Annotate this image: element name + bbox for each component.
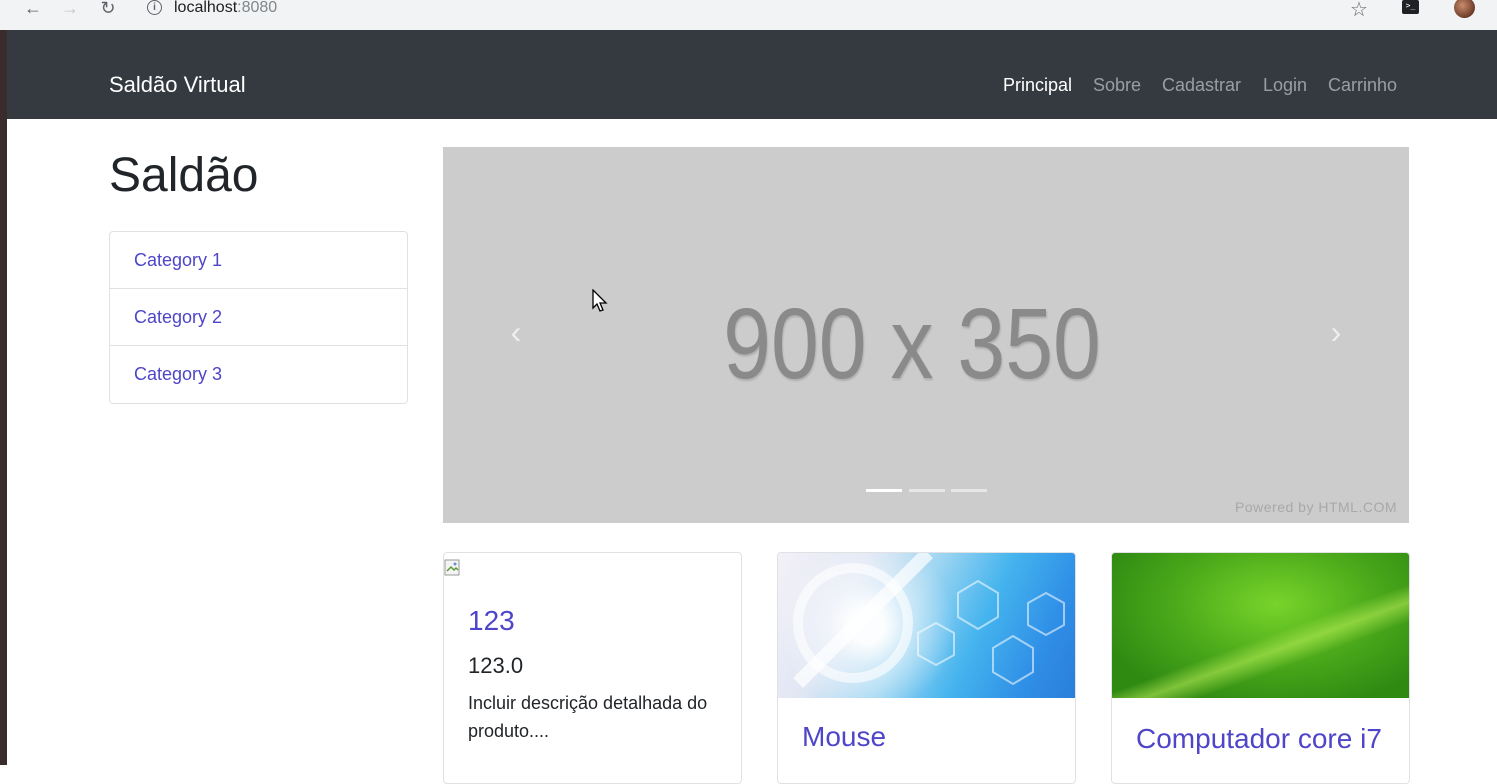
url-port: :8080 — [237, 0, 278, 16]
page-title: Saldão — [109, 149, 259, 202]
nav-link-cadastrar[interactable]: Cadastrar — [1162, 75, 1241, 96]
product-title[interactable]: 123 — [468, 605, 515, 637]
product-card: Computador core i7 — [1111, 552, 1410, 784]
carousel-indicator-1[interactable] — [866, 489, 902, 492]
broken-image-icon — [444, 559, 460, 576]
carousel-prev-chevron-icon[interactable]: ‹ — [501, 316, 531, 348]
profile-avatar[interactable] — [1454, 0, 1475, 18]
nav-link-sobre[interactable]: Sobre — [1093, 75, 1141, 96]
url-host: localhost — [174, 0, 238, 16]
window-edge — [0, 30, 7, 765]
carousel-placeholder-text: 900 x 350 — [723, 288, 1101, 400]
back-arrow-icon[interactable]: ← — [22, 0, 44, 18]
product-image[interactable] — [1112, 553, 1409, 698]
nav-link-principal[interactable]: Principal — [1003, 75, 1072, 96]
product-title[interactable]: Computador core i7 — [1136, 723, 1382, 755]
product-price: 123.0 — [468, 653, 524, 678]
product-card: Mouse — [777, 552, 1076, 784]
carousel-indicator-2[interactable] — [909, 489, 945, 492]
carousel-next-chevron-icon[interactable]: › — [1321, 316, 1351, 348]
browser-toolbar: ← → ↻ i localhost:8080 ☆ >_ — [0, 0, 1497, 31]
product-image[interactable] — [778, 553, 1075, 698]
category-list: Category 1 Category 2 Category 3 — [109, 231, 408, 404]
carousel: 900 x 350 ‹ › Powered by HTML.COM — [443, 147, 1409, 523]
navbar: Saldão Virtual Principal Sobre Cadastrar… — [7, 30, 1497, 119]
hexagon-pattern — [793, 553, 1065, 688]
powered-by-credit: Powered by HTML.COM — [1235, 499, 1397, 515]
carousel-indicator-3[interactable] — [951, 489, 987, 492]
product-description: Incluir descrição detalhada do produto..… — [468, 693, 708, 741]
category-item-1[interactable]: Category 1 — [110, 232, 407, 289]
reload-icon[interactable]: ↻ — [97, 0, 119, 18]
nav-link-login[interactable]: Login — [1263, 75, 1307, 96]
category-item-2[interactable]: Category 2 — [110, 289, 407, 346]
product-title[interactable]: Mouse — [802, 721, 886, 753]
navbar-brand[interactable]: Saldão Virtual — [109, 72, 246, 98]
mouse-cursor-icon — [592, 289, 608, 312]
address-bar[interactable]: localhost:8080 — [174, 0, 277, 17]
forward-arrow-icon[interactable]: → — [59, 0, 81, 18]
nav-link-carrinho[interactable]: Carrinho — [1328, 75, 1397, 96]
category-item-3[interactable]: Category 3 — [110, 346, 407, 403]
terminal-extension-icon[interactable]: >_ — [1402, 0, 1419, 14]
product-card: 123 123.0 Incluir descrição detalhada do… — [443, 552, 742, 784]
info-icon[interactable]: i — [147, 0, 162, 15]
star-icon[interactable]: ☆ — [1350, 0, 1368, 22]
